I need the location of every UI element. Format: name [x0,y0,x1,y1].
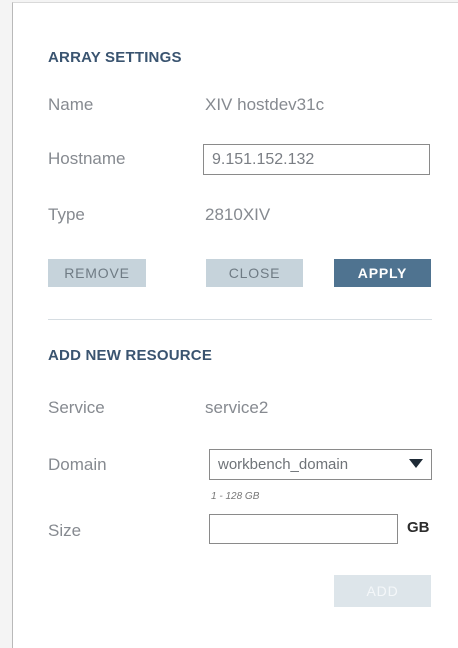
hostname-label: Hostname [48,149,126,168]
section-divider [48,319,432,320]
remove-button[interactable]: REMOVE [48,259,146,287]
size-range-hint: 1 - 128 GB [211,491,260,502]
domain-select-value: workbench_domain [218,456,349,473]
array-settings-title: ARRAY SETTINGS [48,49,182,66]
domain-select[interactable]: workbench_domain [209,449,432,480]
service-value: service2 [205,398,269,417]
size-unit: GB [407,519,430,536]
settings-panel: ARRAY SETTINGS Name XIV hostdev31c Hostn… [12,2,458,648]
apply-button[interactable]: APPLY [334,259,431,287]
size-label: Size [48,521,82,540]
hostname-input[interactable] [203,144,430,175]
close-button[interactable]: CLOSE [206,259,303,287]
service-label: Service [48,398,105,417]
domain-label: Domain [48,455,107,474]
add-button[interactable]: ADD [334,575,431,607]
chevron-down-icon [409,456,423,473]
type-label: Type [48,205,85,224]
name-value: XIV hostdev31c [205,95,325,114]
add-resource-title: ADD NEW RESOURCE [48,347,213,364]
size-input[interactable] [209,514,398,544]
name-label: Name [48,95,94,114]
type-value: 2810XIV [205,205,271,224]
